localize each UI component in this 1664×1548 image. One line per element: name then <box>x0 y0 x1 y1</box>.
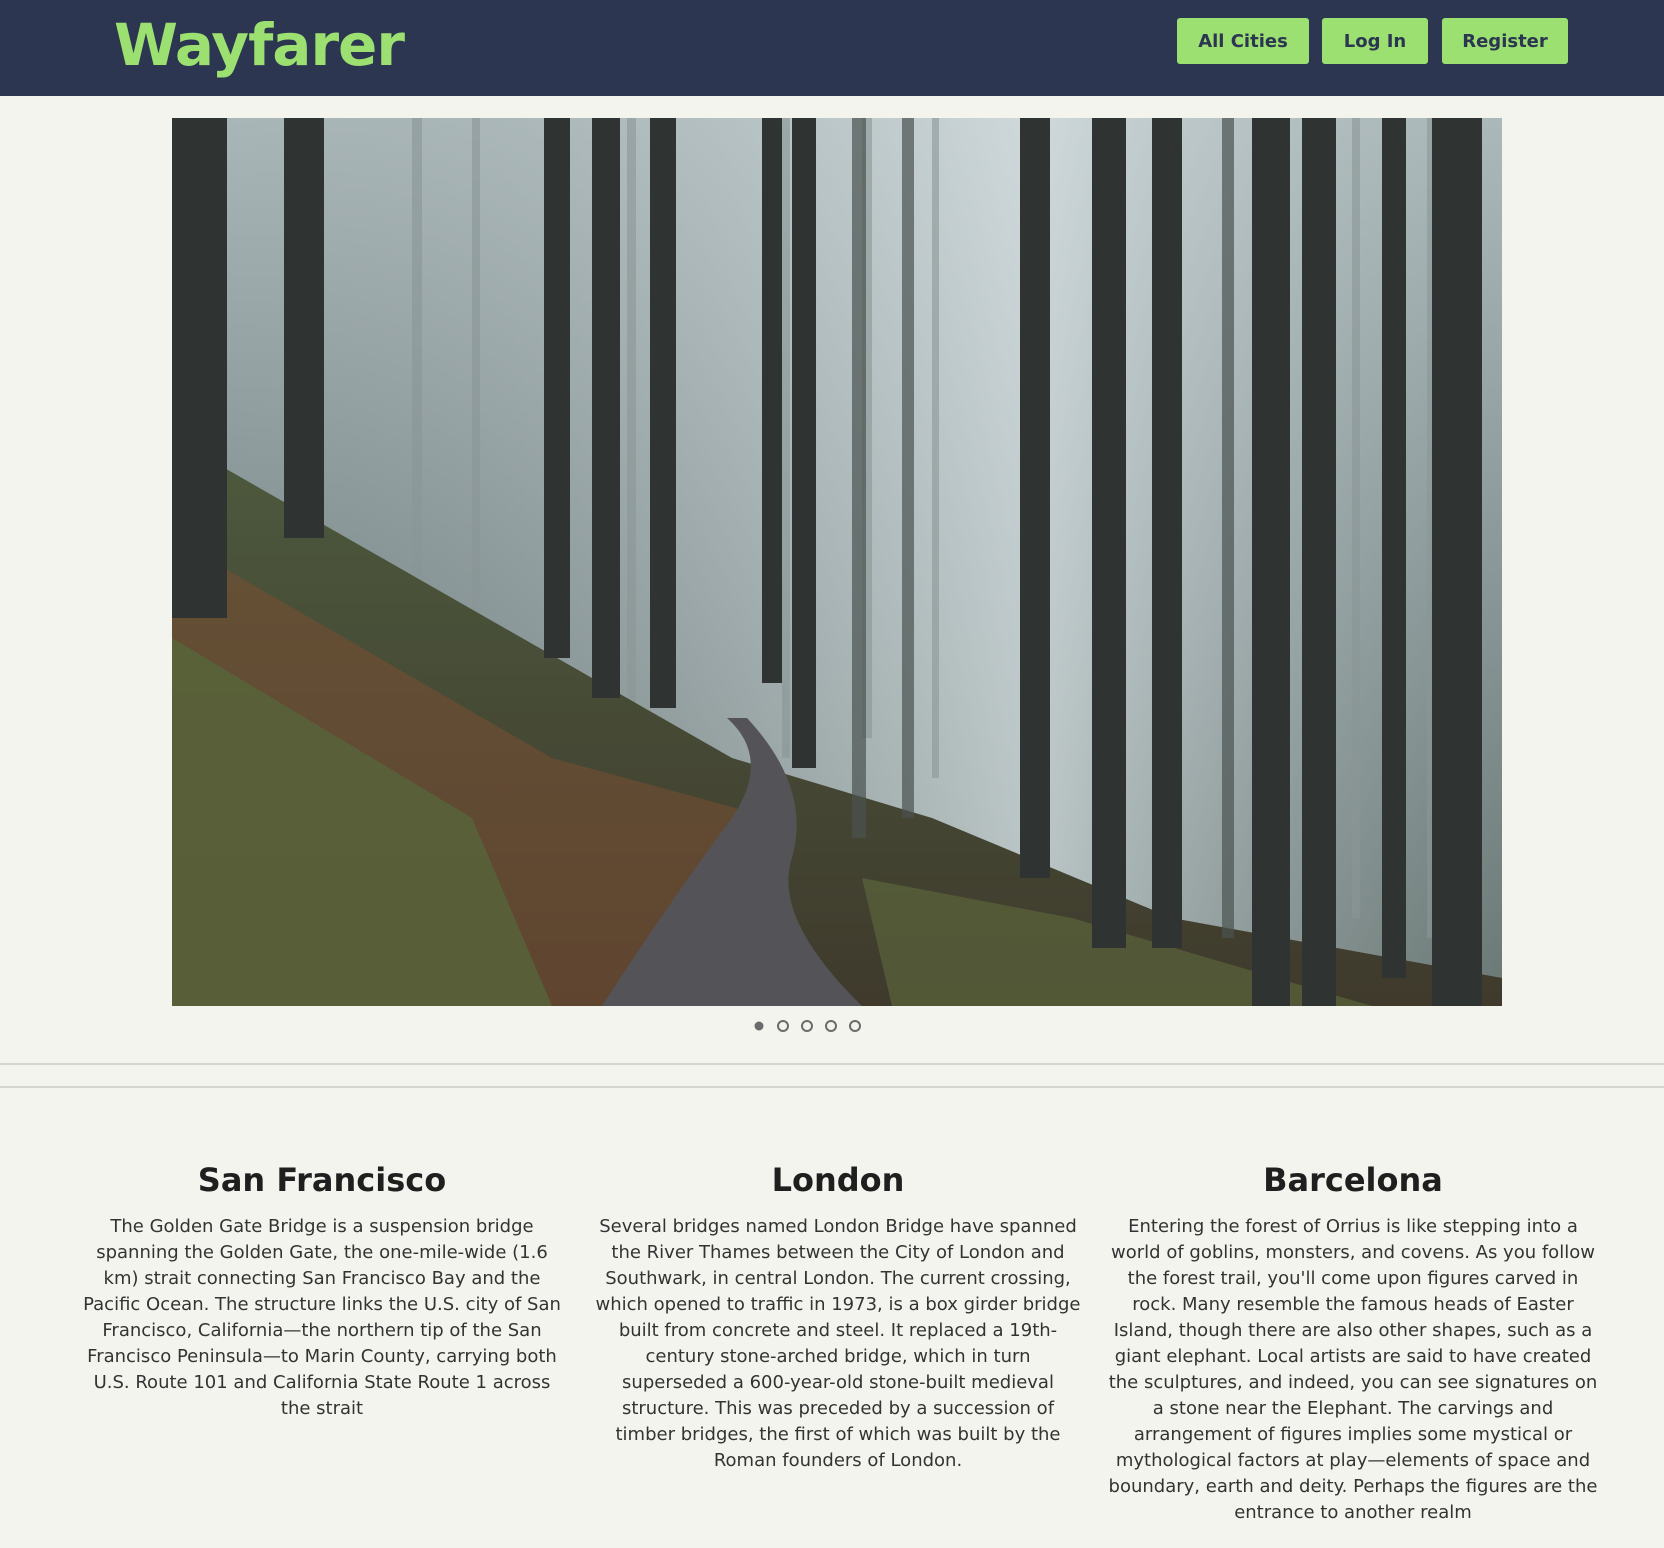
brand-logo[interactable]: Wayfarer <box>114 6 405 84</box>
carousel-indicators <box>0 1020 1664 1034</box>
carousel-image <box>172 118 1502 1006</box>
city-description: Entering the forest of Orrius is like st… <box>1108 1216 1598 1523</box>
carousel-dot-5[interactable] <box>849 1020 861 1032</box>
city-card-san-francisco: San Francisco The Golden Gate Bridge is … <box>77 1156 567 1422</box>
carousel-dot-2[interactable] <box>777 1020 789 1032</box>
log-in-button[interactable]: Log In <box>1322 18 1428 64</box>
city-description: The Golden Gate Bridge is a suspension b… <box>83 1216 561 1419</box>
divider <box>0 1063 1664 1065</box>
city-card-barcelona: Barcelona Entering the forest of Orrius … <box>1108 1156 1598 1524</box>
city-description: Several bridges named London Bridge have… <box>595 1216 1081 1471</box>
forest-photo <box>172 118 1502 1006</box>
register-button[interactable]: Register <box>1442 18 1568 64</box>
carousel-dot-3[interactable] <box>801 1020 813 1032</box>
city-title[interactable]: San Francisco <box>77 1156 567 1204</box>
navbar: Wayfarer All Cities Log In Register <box>0 0 1664 96</box>
divider <box>0 1086 1664 1088</box>
carousel-dot-4[interactable] <box>825 1020 837 1032</box>
city-card-london: London Several bridges named London Brid… <box>593 1156 1083 1474</box>
carousel-dot-1[interactable] <box>754 1021 764 1031</box>
all-cities-button[interactable]: All Cities <box>1177 18 1309 64</box>
city-title[interactable]: London <box>593 1156 1083 1204</box>
city-title[interactable]: Barcelona <box>1108 1156 1598 1204</box>
